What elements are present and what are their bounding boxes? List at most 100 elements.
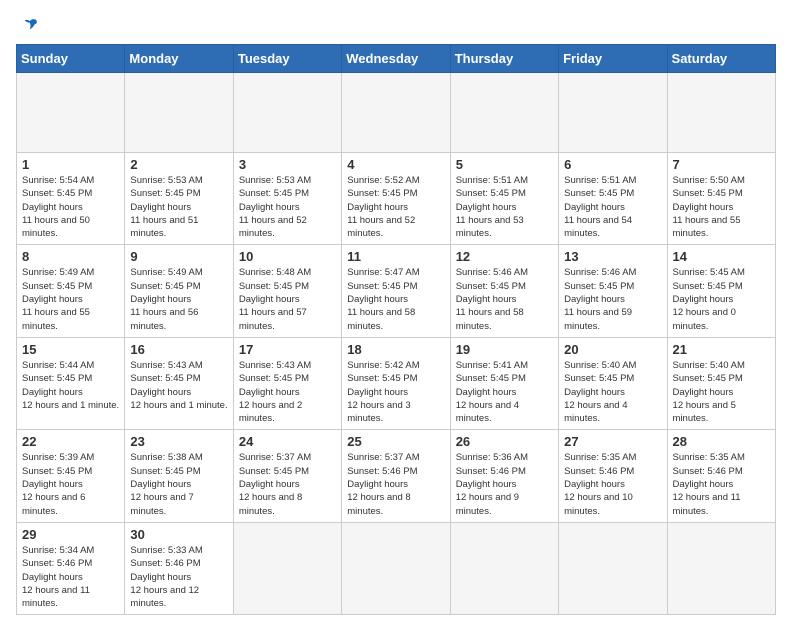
day-info: Sunrise: 5:46 AMSunset: 5:45 PMDaylight … xyxy=(564,266,661,332)
calendar-cell xyxy=(125,73,233,153)
day-info: Sunrise: 5:37 AMSunset: 5:45 PMDaylight … xyxy=(239,451,336,517)
day-number: 14 xyxy=(673,249,770,264)
day-number: 15 xyxy=(22,342,119,357)
calendar-week-row: 22Sunrise: 5:39 AMSunset: 5:45 PMDayligh… xyxy=(17,430,776,522)
calendar-cell: 23 Sunrise: 5:38 AMSunset: 5:45 PMDayligh… xyxy=(125,430,233,522)
day-info: Sunrise: 5:41 AMSunset: 5:45 PMDaylight … xyxy=(456,359,553,425)
column-header-friday: Friday xyxy=(559,45,667,73)
calendar-cell: 17Sunrise: 5:43 AMSunset: 5:45 PMDayligh… xyxy=(233,337,341,429)
day-number: 19 xyxy=(456,342,553,357)
calendar-cell xyxy=(667,522,775,614)
column-header-monday: Monday xyxy=(125,45,233,73)
calendar-cell: 2 Sunrise: 5:53 AMSunset: 5:45 PMDaylight… xyxy=(125,153,233,245)
calendar-cell: 4 Sunrise: 5:52 AMSunset: 5:45 PMDaylight… xyxy=(342,153,450,245)
day-info: Sunrise: 5:51 AMSunset: 5:45 PMDaylight … xyxy=(456,174,553,240)
calendar-cell xyxy=(233,522,341,614)
day-number: 10 xyxy=(239,249,336,264)
day-number: 4 xyxy=(347,157,444,172)
column-header-tuesday: Tuesday xyxy=(233,45,341,73)
calendar-cell: 19 Sunrise: 5:41 AMSunset: 5:45 PMDayligh… xyxy=(450,337,558,429)
day-info: Sunrise: 5:35 AMSunset: 5:46 PMDaylight … xyxy=(564,451,661,517)
day-info: Sunrise: 5:33 AMSunset: 5:46 PMDaylight … xyxy=(130,544,227,610)
column-header-thursday: Thursday xyxy=(450,45,558,73)
calendar-cell: 16Sunrise: 5:43 AMSunset: 5:45 PMDayligh… xyxy=(125,337,233,429)
calendar-week-row: 1 Sunrise: 5:54 AMSunset: 5:45 PMDaylight… xyxy=(17,153,776,245)
calendar-cell: 6 Sunrise: 5:51 AMSunset: 5:45 PMDaylight… xyxy=(559,153,667,245)
day-info: Sunrise: 5:45 AMSunset: 5:45 PMDaylight … xyxy=(673,266,770,332)
calendar-cell: 18 Sunrise: 5:42 AMSunset: 5:45 PMDayligh… xyxy=(342,337,450,429)
calendar-cell: 14 Sunrise: 5:45 AMSunset: 5:45 PMDayligh… xyxy=(667,245,775,337)
day-info: Sunrise: 5:38 AMSunset: 5:45 PMDaylight … xyxy=(130,451,227,517)
day-info: Sunrise: 5:47 AMSunset: 5:45 PMDaylight … xyxy=(347,266,444,332)
calendar-cell xyxy=(667,73,775,153)
day-number: 11 xyxy=(347,249,444,264)
day-info: Sunrise: 5:53 AMSunset: 5:45 PMDaylight … xyxy=(130,174,227,240)
day-number: 27 xyxy=(564,434,661,449)
calendar-cell: 28 Sunrise: 5:35 AMSunset: 5:46 PMDayligh… xyxy=(667,430,775,522)
calendar-cell: 11 Sunrise: 5:47 AMSunset: 5:45 PMDayligh… xyxy=(342,245,450,337)
calendar-cell: 13 Sunrise: 5:46 AMSunset: 5:45 PMDayligh… xyxy=(559,245,667,337)
calendar-cell: 10Sunrise: 5:48 AMSunset: 5:45 PMDayligh… xyxy=(233,245,341,337)
day-info: Sunrise: 5:40 AMSunset: 5:45 PMDaylight … xyxy=(673,359,770,425)
day-info: Sunrise: 5:51 AMSunset: 5:45 PMDaylight … xyxy=(564,174,661,240)
day-number: 5 xyxy=(456,157,553,172)
day-info: Sunrise: 5:52 AMSunset: 5:45 PMDaylight … xyxy=(347,174,444,240)
day-info: Sunrise: 5:40 AMSunset: 5:45 PMDaylight … xyxy=(564,359,661,425)
day-number: 12 xyxy=(456,249,553,264)
calendar-cell: 20Sunrise: 5:40 AMSunset: 5:45 PMDayligh… xyxy=(559,337,667,429)
day-info: Sunrise: 5:36 AMSunset: 5:46 PMDaylight … xyxy=(456,451,553,517)
calendar-cell: 7 Sunrise: 5:50 AMSunset: 5:45 PMDaylight… xyxy=(667,153,775,245)
calendar-cell: 12Sunrise: 5:46 AMSunset: 5:45 PMDayligh… xyxy=(450,245,558,337)
day-info: Sunrise: 5:35 AMSunset: 5:46 PMDaylight … xyxy=(673,451,770,517)
calendar-cell: 27 Sunrise: 5:35 AMSunset: 5:46 PMDayligh… xyxy=(559,430,667,522)
day-number: 26 xyxy=(456,434,553,449)
calendar-cell xyxy=(342,73,450,153)
day-number: 24 xyxy=(239,434,336,449)
calendar-cell: 26 Sunrise: 5:36 AMSunset: 5:46 PMDayligh… xyxy=(450,430,558,522)
day-info: Sunrise: 5:54 AMSunset: 5:45 PMDaylight … xyxy=(22,174,119,240)
column-header-wednesday: Wednesday xyxy=(342,45,450,73)
day-info: Sunrise: 5:44 AMSunset: 5:45 PMDaylight … xyxy=(22,359,119,412)
day-number: 28 xyxy=(673,434,770,449)
calendar-cell: 21Sunrise: 5:40 AMSunset: 5:45 PMDayligh… xyxy=(667,337,775,429)
day-number: 13 xyxy=(564,249,661,264)
day-info: Sunrise: 5:37 AMSunset: 5:46 PMDaylight … xyxy=(347,451,444,517)
day-number: 25 xyxy=(347,434,444,449)
calendar-header-row: SundayMondayTuesdayWednesdayThursdayFrid… xyxy=(17,45,776,73)
day-number: 7 xyxy=(673,157,770,172)
calendar-cell: 30 Sunrise: 5:33 AMSunset: 5:46 PMDayligh… xyxy=(125,522,233,614)
page-header xyxy=(16,16,776,36)
day-info: Sunrise: 5:49 AMSunset: 5:45 PMDaylight … xyxy=(130,266,227,332)
day-info: Sunrise: 5:50 AMSunset: 5:45 PMDaylight … xyxy=(673,174,770,240)
logo-bird-icon xyxy=(18,16,38,36)
day-info: Sunrise: 5:42 AMSunset: 5:45 PMDaylight … xyxy=(347,359,444,425)
calendar-cell xyxy=(450,73,558,153)
calendar-cell xyxy=(342,522,450,614)
calendar-cell: 9Sunrise: 5:49 AMSunset: 5:45 PMDaylight… xyxy=(125,245,233,337)
day-number: 17 xyxy=(239,342,336,357)
day-number: 16 xyxy=(130,342,227,357)
day-number: 6 xyxy=(564,157,661,172)
calendar-cell: 29 Sunrise: 5:34 AMSunset: 5:46 PMDayligh… xyxy=(17,522,125,614)
column-header-saturday: Saturday xyxy=(667,45,775,73)
calendar-cell: 5 Sunrise: 5:51 AMSunset: 5:45 PMDaylight… xyxy=(450,153,558,245)
calendar-cell xyxy=(559,522,667,614)
column-header-sunday: Sunday xyxy=(17,45,125,73)
calendar-cell: 8Sunrise: 5:49 AMSunset: 5:45 PMDaylight… xyxy=(17,245,125,337)
calendar-cell: 24 Sunrise: 5:37 AMSunset: 5:45 PMDayligh… xyxy=(233,430,341,522)
day-number: 29 xyxy=(22,527,119,542)
calendar-cell: 22Sunrise: 5:39 AMSunset: 5:45 PMDayligh… xyxy=(17,430,125,522)
day-number: 22 xyxy=(22,434,119,449)
day-info: Sunrise: 5:34 AMSunset: 5:46 PMDaylight … xyxy=(22,544,119,610)
calendar-cell: 25 Sunrise: 5:37 AMSunset: 5:46 PMDayligh… xyxy=(342,430,450,522)
day-number: 30 xyxy=(130,527,227,542)
day-number: 1 xyxy=(22,157,119,172)
day-number: 3 xyxy=(239,157,336,172)
calendar-week-row: 15 Sunrise: 5:44 AMSunset: 5:45 PMDayligh… xyxy=(17,337,776,429)
calendar-week-row xyxy=(17,73,776,153)
day-number: 23 xyxy=(130,434,227,449)
day-info: Sunrise: 5:49 AMSunset: 5:45 PMDaylight … xyxy=(22,266,119,332)
day-number: 18 xyxy=(347,342,444,357)
day-number: 2 xyxy=(130,157,227,172)
calendar-cell xyxy=(559,73,667,153)
